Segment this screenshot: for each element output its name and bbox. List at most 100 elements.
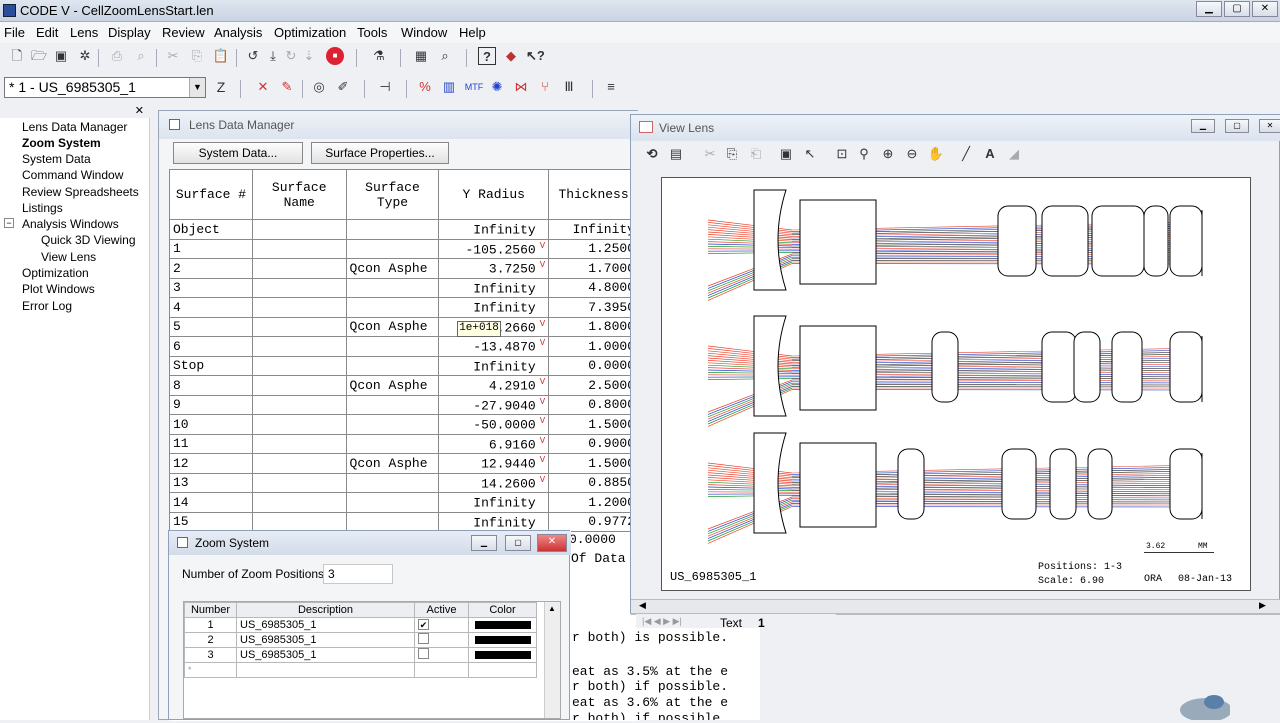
col-header-surface-num[interactable]: Surface #	[170, 170, 253, 220]
menu-lens[interactable]: Lens	[70, 25, 98, 40]
menu-tools[interactable]: Tools	[357, 25, 387, 40]
zoom-positions-grid[interactable]: Number Description Active Color 1US_6985…	[183, 601, 561, 719]
col-header-surface-name[interactable]: Surface Name	[252, 170, 346, 220]
variable-flag[interactable]: V	[540, 319, 545, 329]
cell-thickness[interactable]: 4.8000	[549, 278, 639, 298]
cut-icon[interactable]: ✂	[701, 145, 719, 163]
cell-y-radius[interactable]: 6.9160V	[439, 434, 549, 454]
variable-flag[interactable]: V	[540, 436, 545, 446]
nav-item-listings[interactable]: Listings	[22, 201, 63, 215]
paste-icon[interactable]: 📋	[212, 47, 230, 65]
active-checkbox[interactable]	[418, 648, 429, 659]
table-row[interactable]: 8Qcon Asphe4.2910V2.5000	[170, 376, 639, 396]
cell-y-radius[interactable]: 14.2600V	[439, 473, 549, 493]
table-row[interactable]: 3InfinityV4.8000	[170, 278, 639, 298]
cell-y-radius[interactable]: InfinityV	[439, 493, 549, 513]
menu-file[interactable]: File	[4, 25, 25, 40]
nav-item-command-window[interactable]: Command Window	[22, 168, 123, 182]
cell-surface-num[interactable]: 6	[170, 337, 253, 357]
cell-surface-type[interactable]	[346, 512, 439, 532]
cell-surface-num[interactable]: 15	[170, 512, 253, 532]
cell-y-radius[interactable]: InfinityV	[439, 220, 549, 240]
cell-surface-type[interactable]	[346, 298, 439, 318]
zoom-positions-field[interactable]: 3	[323, 564, 393, 584]
nav-item-view-lens[interactable]: View Lens	[41, 250, 96, 264]
calculator-icon[interactable]: ▦	[412, 47, 430, 65]
cell-surface-name[interactable]	[252, 512, 346, 532]
cell-surface-num[interactable]: Stop	[170, 356, 253, 376]
cell-surface-type[interactable]: Qcon Asphe	[346, 259, 439, 279]
cell-surface-name[interactable]	[252, 317, 346, 337]
cell-surface-num[interactable]: 10	[170, 415, 253, 435]
cell-surface-type[interactable]	[346, 278, 439, 298]
zoom-out-icon[interactable]: ⊖	[903, 145, 921, 163]
cell-y-radius[interactable]: InfinityV	[439, 356, 549, 376]
lens-selector-dropdown[interactable]: * 1 - US_6985305_1 ▼	[4, 77, 206, 98]
cell-thickness[interactable]: 1.7000	[549, 259, 639, 279]
vertical-scrollbar[interactable]: ▲	[544, 602, 560, 718]
minimize-button[interactable]: ▁	[471, 535, 497, 551]
cell-surface-name[interactable]	[252, 220, 346, 240]
wand-icon[interactable]: ✲	[76, 47, 94, 65]
active-checkbox[interactable]: ✔	[418, 619, 429, 630]
maximize-button[interactable]: ▢	[1224, 1, 1250, 17]
search-icon[interactable]: ⌕	[436, 47, 454, 65]
cell-surface-name[interactable]	[252, 434, 346, 454]
cell-thickness[interactable]: 1.2500	[549, 239, 639, 259]
cell-surface-num[interactable]: 5	[170, 317, 253, 337]
table-row[interactable]: 1-105.2560V1.2500	[170, 239, 639, 259]
cell-surface-type[interactable]	[346, 395, 439, 415]
sun-icon[interactable]: ✺	[488, 78, 506, 96]
cell-y-radius[interactable]: InfinityV	[439, 298, 549, 318]
table-row[interactable]: 4InfinityV7.3950	[170, 298, 639, 318]
cell-y-radius[interactable]: -27.9040V	[439, 395, 549, 415]
maximize-button[interactable]: ▢	[505, 535, 531, 551]
menu-analysis[interactable]: Analysis	[214, 25, 262, 40]
target-icon[interactable]: ◎	[310, 78, 328, 96]
cell-surface-name[interactable]	[252, 278, 346, 298]
col-header-number[interactable]: Number	[185, 603, 237, 618]
table-row[interactable]: 14InfinityV1.2000	[170, 493, 639, 513]
zoom-color-cell[interactable]	[469, 648, 537, 663]
nav-item-analysis-windows[interactable]: Analysis Windows	[22, 217, 119, 231]
cell-thickness[interactable]: 0.9772	[549, 512, 639, 532]
variable-flag[interactable]: V	[540, 416, 545, 426]
overflow-icon[interactable]: ≡	[602, 78, 620, 96]
menu-display[interactable]: Display	[108, 25, 151, 40]
nav-item-optimization[interactable]: Optimization	[22, 266, 89, 280]
pan-icon[interactable]: ⚲	[855, 145, 873, 163]
grid-icon[interactable]: ▥	[440, 78, 458, 96]
download-icon[interactable]: ⤓	[264, 47, 282, 65]
cut-icon[interactable]: ✂	[164, 47, 182, 65]
cell-surface-name[interactable]	[252, 259, 346, 279]
cell-surface-num[interactable]: 12	[170, 454, 253, 474]
cell-thickness[interactable]: 1.5000	[549, 415, 639, 435]
zoom-row[interactable]: 3US_6985305_1	[185, 648, 537, 663]
table-row[interactable]: 10-50.0000V1.5000	[170, 415, 639, 435]
cell-surface-name[interactable]	[252, 239, 346, 259]
variable-flag[interactable]: V	[540, 338, 545, 348]
hand-icon[interactable]: ✋	[927, 145, 945, 163]
menu-review[interactable]: Review	[162, 25, 205, 40]
cell-thickness[interactable]: 1.5000	[549, 454, 639, 474]
cell-surface-name[interactable]	[252, 493, 346, 513]
zoom-row[interactable]: 1US_6985305_1✔	[185, 618, 537, 633]
cell-surface-num[interactable]: 13	[170, 473, 253, 493]
cell-surface-type[interactable]	[346, 473, 439, 493]
line-icon[interactable]: ╱	[957, 145, 975, 163]
spot-icon[interactable]: ✎	[278, 78, 296, 96]
fork-icon[interactable]: ⑂	[536, 78, 554, 96]
redo-icon[interactable]: ↻	[282, 47, 300, 65]
text-tool-icon[interactable]: A	[981, 145, 999, 163]
col-header-y-radius[interactable]: Y Radius	[439, 170, 549, 220]
tab-first-icon[interactable]: |◀ ◀ ▶ ▶|	[642, 616, 682, 627]
copy-icon[interactable]: ⎘	[723, 145, 741, 163]
cell-surface-name[interactable]	[252, 454, 346, 474]
cell-surface-name[interactable]	[252, 337, 346, 357]
settings-icon[interactable]: ▤	[667, 145, 685, 163]
columns-icon[interactable]: Ⅲ	[560, 78, 578, 96]
close-button[interactable]: ✕	[1252, 1, 1278, 17]
cell-surface-type[interactable]	[346, 239, 439, 259]
lens-plot-canvas[interactable]: US_6985305_1 Positions: 1-3 Scale: 6.90 …	[661, 177, 1251, 591]
print-preview-icon[interactable]: ⌕	[132, 47, 150, 65]
